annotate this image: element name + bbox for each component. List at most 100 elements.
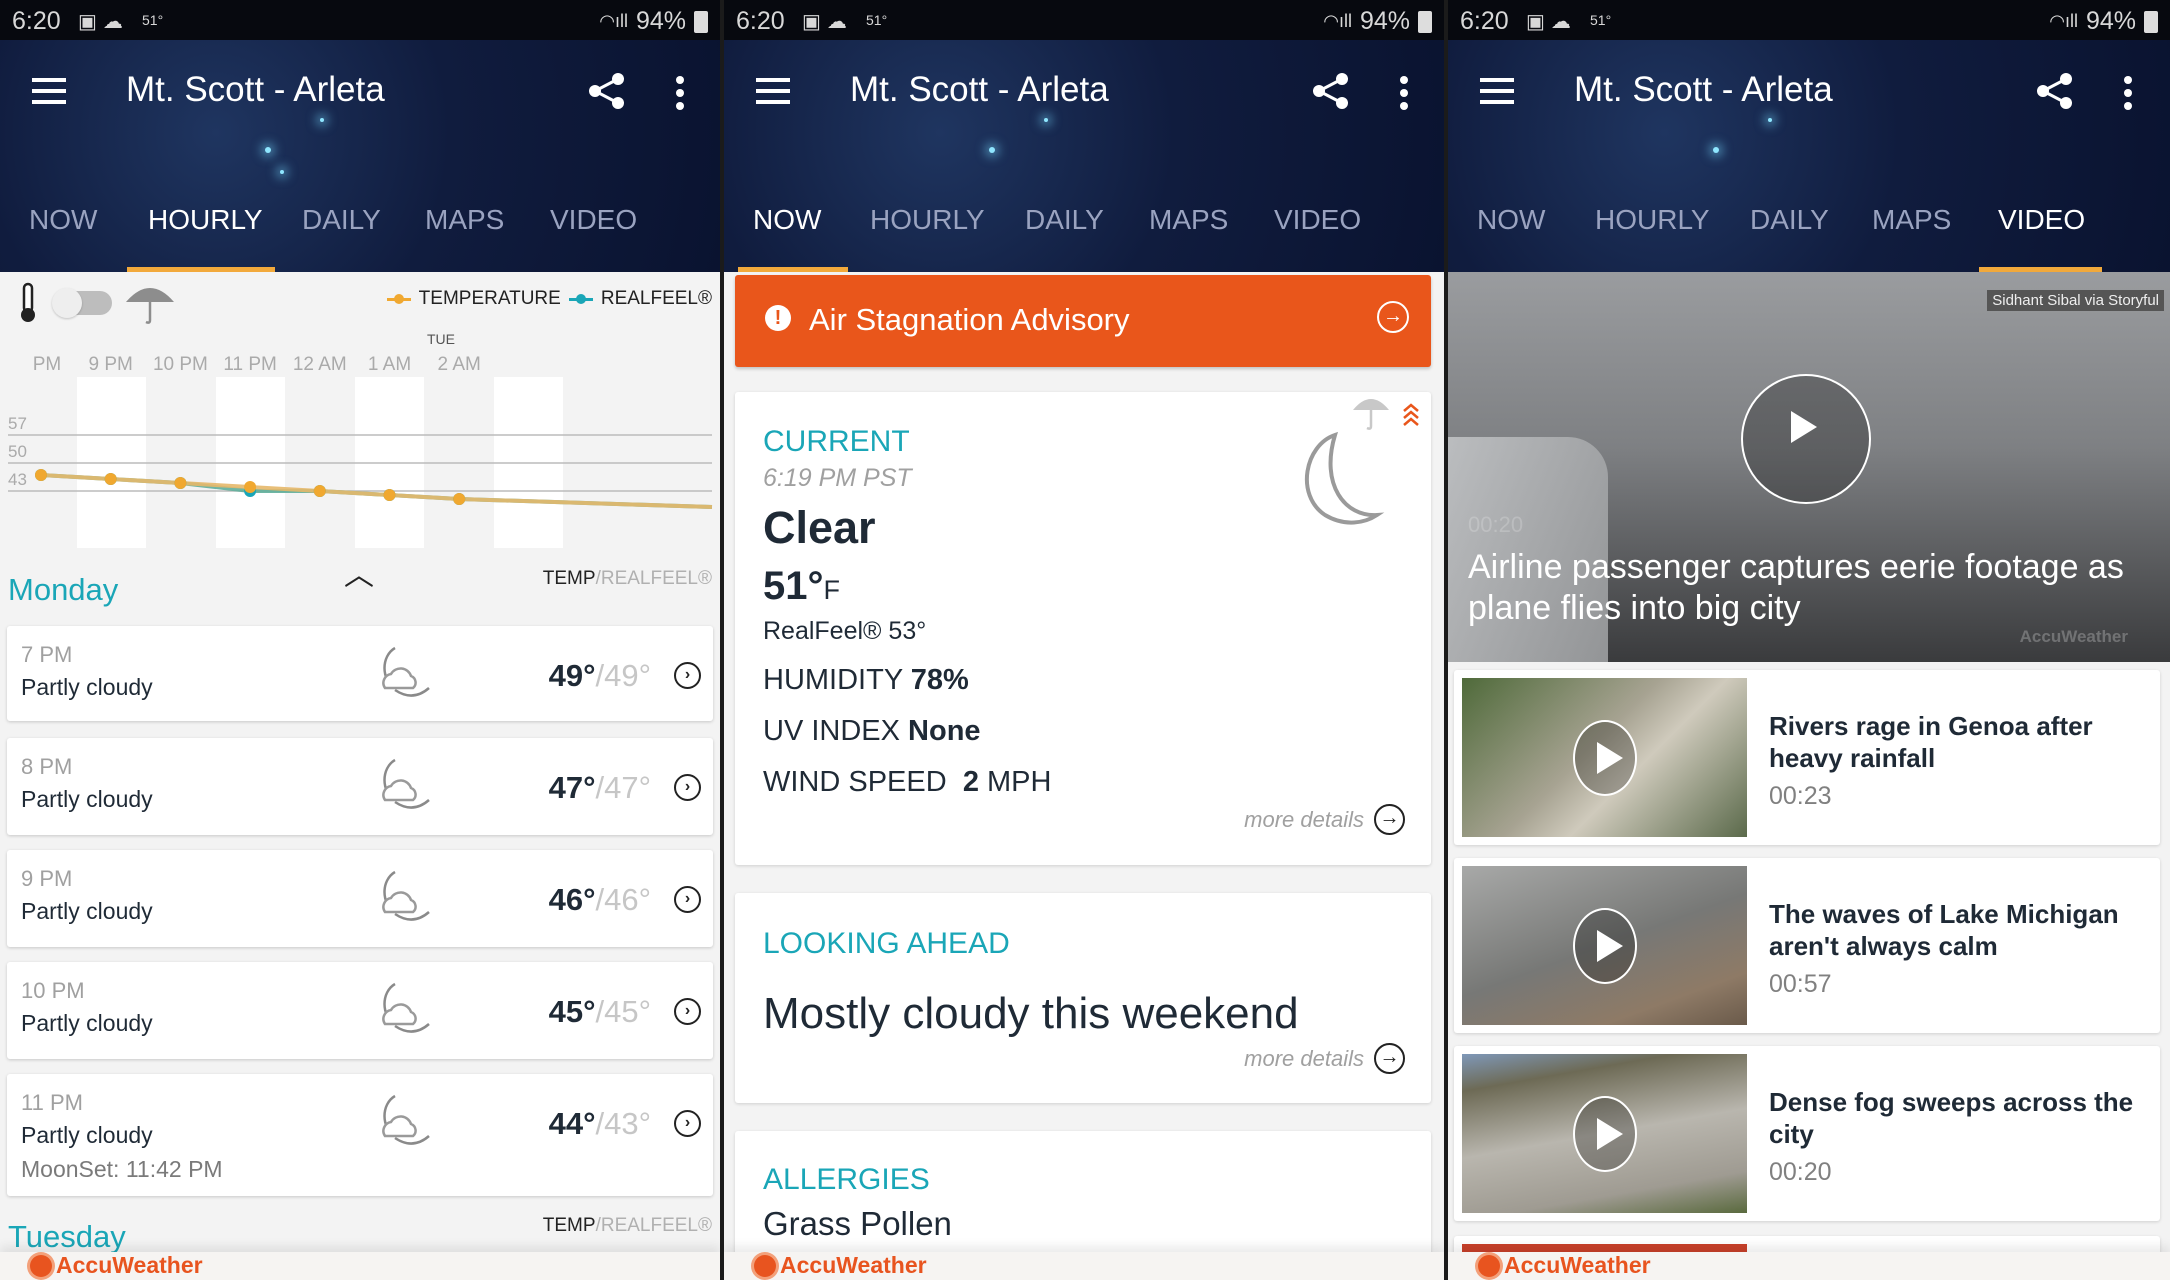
tab-video[interactable]: VIDEO — [1274, 204, 1361, 236]
uv-index-row: UV INDEX None — [763, 715, 981, 748]
observation-time: 6:19 PM PST — [763, 464, 912, 492]
realfeel-legend-marker — [568, 293, 593, 304]
current-conditions-card: CURRENT 6:19 PM PST Clear 51°F RealFeel®… — [735, 392, 1431, 865]
current-condition: Clear — [763, 502, 876, 553]
hourly-forecast-row[interactable]: 11 PM Partly cloudy MoonSet: 11:42 PM 44… — [7, 1074, 713, 1196]
video-duration: 00:57 — [1769, 970, 1832, 998]
wifi-icon: ◠ıll — [599, 11, 628, 31]
hour-temp: 45° — [548, 994, 596, 1029]
tab-now[interactable]: NOW — [1477, 204, 1545, 236]
tab-daily[interactable]: DAILY — [1750, 204, 1829, 236]
tab-daily[interactable]: DAILY — [1025, 204, 1104, 236]
hour-realfeel: /49° — [595, 658, 652, 693]
hourly-forecast-row[interactable]: 9 PM Partly cloudy 46°/46° › — [7, 850, 713, 947]
current-temperature: 51°F — [763, 564, 840, 609]
tab-hourly[interactable]: HOURLY — [148, 204, 263, 236]
hour-condition: Partly cloudy — [21, 674, 153, 700]
hour-temp: 47° — [548, 770, 596, 805]
current-more-details-link[interactable]: more details → — [1244, 804, 1405, 835]
video-list-item[interactable]: Rivers rage in Genoa after heavy rainfal… — [1454, 670, 2160, 845]
x-tick-label: 10 PM — [153, 354, 208, 375]
hour-realfeel: /47° — [595, 770, 652, 805]
play-icon[interactable] — [1741, 374, 1871, 504]
share-icon[interactable] — [1312, 72, 1350, 110]
tab-video[interactable]: VIDEO — [550, 204, 637, 236]
looking-ahead-more-details-link[interactable]: more details → — [1244, 1043, 1405, 1074]
alert-icon: ! — [765, 305, 791, 331]
umbrella-icon[interactable] — [124, 280, 176, 326]
hour-temperatures: 47°/47° — [549, 770, 651, 806]
hourly-forecast-row[interactable]: 10 PM Partly cloudy 45°/45° › — [7, 962, 713, 1059]
more-options-icon[interactable] — [2120, 76, 2136, 110]
y-tick-label: 57 — [8, 414, 27, 433]
active-tab-indicator — [127, 267, 275, 272]
tab-bar: NOW HOURLY DAILY MAPS VIDEO — [724, 204, 1444, 272]
temp-realfeel-header: TEMP/REALFEEL® — [543, 1215, 712, 1237]
featured-video[interactable]: Sidhant Sibal via Storyful 00:20 Airline… — [1448, 272, 2170, 662]
tab-hourly[interactable]: HOURLY — [870, 204, 985, 236]
advisory-banner[interactable]: ! Air Stagnation Advisory → — [735, 275, 1431, 367]
video-list-item[interactable]: The waves of Lake Michigan aren't always… — [1454, 858, 2160, 1033]
realfeel-label: /REALFEEL® — [595, 1215, 712, 1236]
menu-icon[interactable] — [32, 78, 66, 104]
legend-realfeel: REALFEEL® — [600, 288, 712, 309]
more-options-icon[interactable] — [672, 76, 688, 110]
hourly-temperature-chart[interactable]: PM 9 PM 10 PM 11 PM 12 AM 1 AM 2 AM 57 50 43 — [0, 340, 720, 570]
thermometer-icon[interactable] — [18, 282, 38, 324]
chart-mode-toggle[interactable] — [52, 288, 118, 318]
temperature-unit: F — [823, 575, 841, 605]
legend-temperature: TEMPERATURE — [418, 288, 561, 309]
video-thumbnail — [1462, 1054, 1747, 1213]
more-details-label: more details — [1244, 1045, 1364, 1071]
chevron-right-circle-icon[interactable]: › — [674, 886, 701, 913]
app-header: Mt. Scott - Arleta NOW HOURLY DAILY MAPS… — [724, 40, 1444, 272]
chevron-right-circle-icon[interactable]: › — [674, 774, 701, 801]
hour-condition: Partly cloudy — [21, 898, 153, 924]
hourly-screen: 6:20 ▣☁ 51° ◠ıll 94% Mt. Scott - Arleta N… — [0, 0, 720, 1280]
hour-time: 8 PM — [21, 754, 73, 779]
hour-temperatures: 46°/46° — [549, 882, 651, 918]
hourly-forecast-row[interactable]: 8 PM Partly cloudy 47°/47° › — [7, 738, 713, 835]
hour-temp: 49° — [548, 658, 596, 693]
arrow-right-circle-icon[interactable]: → — [1377, 301, 1409, 333]
realfeel-label: /REALFEEL® — [595, 568, 712, 589]
play-icon[interactable] — [1572, 1095, 1637, 1172]
x-tick-label: 2 AM — [438, 354, 481, 375]
wind-label: WIND SPEED — [763, 766, 947, 798]
hour-time: 11 PM — [21, 1090, 83, 1115]
tab-hourly[interactable]: HOURLY — [1595, 204, 1710, 236]
tab-now[interactable]: NOW — [753, 204, 821, 236]
menu-icon[interactable] — [756, 78, 790, 104]
location-title: Mt. Scott - Arleta — [1574, 70, 1833, 109]
play-icon[interactable] — [1572, 719, 1637, 796]
arrow-right-circle-icon: → — [1374, 804, 1405, 835]
share-icon[interactable] — [588, 72, 626, 110]
temperature-legend-marker — [386, 293, 411, 304]
collapse-chart-chevron-icon[interactable]: ︿ — [344, 550, 374, 594]
chevron-right-circle-icon[interactable]: › — [674, 1110, 701, 1137]
battery-icon — [694, 10, 708, 33]
share-icon[interactable] — [2036, 72, 2074, 110]
tab-maps[interactable]: MAPS — [1149, 204, 1228, 236]
hour-temperatures: 45°/45° — [549, 994, 651, 1030]
tab-bar: NOW HOURLY DAILY MAPS VIDEO — [1448, 204, 2170, 272]
video-list-item[interactable]: Dense fog sweeps across the city 00:20 — [1454, 1046, 2160, 1221]
app-header: Mt. Scott - Arleta NOW HOURLY DAILY MAPS… — [0, 40, 720, 272]
tab-maps[interactable]: MAPS — [425, 204, 504, 236]
chevron-right-circle-icon[interactable]: › — [674, 662, 701, 689]
tab-daily[interactable]: DAILY — [302, 204, 381, 236]
play-icon[interactable] — [1572, 907, 1637, 984]
accuweather-sun-icon — [754, 1254, 776, 1277]
tab-now[interactable]: NOW — [29, 204, 97, 236]
hour-time: 9 PM — [21, 866, 73, 891]
chevron-right-circle-icon[interactable]: › — [674, 998, 701, 1025]
looking-ahead-card[interactable]: LOOKING AHEAD Mostly cloudy this weekend… — [735, 893, 1431, 1103]
tab-video[interactable]: VIDEO — [1998, 204, 2085, 236]
more-options-icon[interactable] — [1396, 76, 1412, 110]
tab-maps[interactable]: MAPS — [1872, 204, 1951, 236]
hourly-forecast-row[interactable]: 7 PM Partly cloudy 49°/49° › — [7, 626, 713, 721]
arrow-right-circle-icon: → — [1374, 1043, 1405, 1074]
data-point — [104, 473, 117, 485]
menu-icon[interactable] — [1480, 78, 1514, 104]
partly-cloudy-night-icon — [373, 868, 437, 928]
